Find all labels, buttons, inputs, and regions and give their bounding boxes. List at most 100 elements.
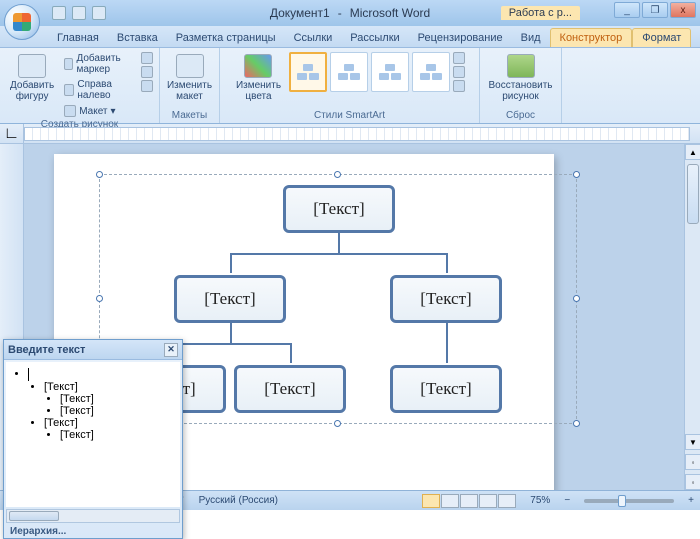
tab-design[interactable]: Конструктор	[550, 28, 633, 47]
scroll-thumb[interactable]	[9, 511, 59, 521]
resize-handle[interactable]	[96, 171, 103, 178]
change-layout-icon	[176, 54, 204, 78]
list-item[interactable]: [Текст]	[44, 417, 174, 429]
text-pane-header[interactable]: Введите текст ✕	[4, 340, 182, 360]
web-layout-view[interactable]	[460, 494, 478, 508]
document-title: Документ1	[270, 6, 330, 20]
vertical-scrollbar[interactable]: ▲ ▼ ◦ ◦	[684, 144, 700, 490]
tab-page-layout[interactable]: Разметка страницы	[167, 29, 285, 47]
scroll-thumb[interactable]	[687, 164, 699, 224]
save-icon[interactable]	[52, 6, 66, 20]
change-layout-button[interactable]: Изменить макет	[163, 52, 216, 104]
resize-handle[interactable]	[96, 295, 103, 302]
scroll-up-icon[interactable]: ▲	[685, 144, 700, 160]
maximize-button[interactable]: ❐	[642, 2, 668, 18]
connector	[230, 253, 232, 273]
zoom-thumb[interactable]	[618, 495, 626, 507]
style-gallery	[289, 52, 467, 92]
resize-handle[interactable]	[573, 420, 580, 427]
group-layouts: Изменить макет Макеты	[160, 48, 220, 123]
tab-references[interactable]: Ссылки	[285, 29, 342, 47]
rtl-icon	[64, 84, 74, 96]
style-option[interactable]	[371, 52, 409, 92]
text-pane-footer[interactable]: Иерархия...	[4, 524, 182, 539]
demote-icon[interactable]	[141, 66, 153, 78]
next-page-icon[interactable]: ◦	[685, 474, 700, 490]
text-pane-title: Введите текст	[8, 344, 85, 356]
tab-insert[interactable]: Вставка	[108, 29, 167, 47]
smartart-text-pane: Введите текст ✕ [Текст] [Текст] [Текст] …	[3, 339, 183, 539]
layout-dropdown[interactable]: Макет ▾	[62, 104, 137, 118]
redo-icon[interactable]	[92, 6, 106, 20]
change-colors-icon	[244, 54, 272, 78]
gallery-down-icon[interactable]	[453, 66, 465, 78]
resize-handle[interactable]	[573, 171, 580, 178]
bullet-icon	[64, 58, 73, 70]
change-colors-button[interactable]: Изменить цвета	[232, 52, 285, 104]
ruler-bar: ∟	[0, 124, 700, 144]
zoom-level[interactable]: 75%	[530, 495, 550, 506]
hierarchy-node[interactable]: [Текст]	[174, 275, 286, 323]
connector	[170, 343, 292, 345]
text-pane-hscroll[interactable]	[6, 509, 180, 523]
add-bullet-button[interactable]: Добавить маркер	[62, 52, 137, 76]
textpane-icon[interactable]	[141, 80, 153, 92]
group-label: Макеты	[166, 109, 213, 121]
tab-review[interactable]: Рецензирование	[409, 29, 512, 47]
hierarchy-node[interactable]: [Текст]	[234, 365, 346, 413]
draft-view[interactable]	[498, 494, 516, 508]
resize-handle[interactable]	[334, 420, 341, 427]
zoom-slider[interactable]	[584, 499, 674, 503]
tab-selector[interactable]: ∟	[0, 124, 24, 143]
resize-handle[interactable]	[334, 171, 341, 178]
ribbon-tabs: Главная Вставка Разметка страницы Ссылки…	[0, 26, 700, 48]
connector	[230, 323, 232, 343]
close-icon[interactable]: ✕	[164, 343, 178, 357]
ribbon: Добавить фигуру Добавить маркер Справа н…	[0, 48, 700, 124]
list-item[interactable]: [Текст]	[60, 405, 174, 417]
style-option[interactable]	[330, 52, 368, 92]
hierarchy-node[interactable]: [Текст]	[283, 185, 395, 233]
promote-icon[interactable]	[141, 52, 153, 64]
outline-view[interactable]	[479, 494, 497, 508]
gallery-up-icon[interactable]	[453, 52, 465, 64]
tab-format[interactable]: Формат	[632, 28, 691, 47]
tab-mailings[interactable]: Рассылки	[341, 29, 408, 47]
horizontal-ruler[interactable]	[24, 127, 690, 141]
style-option[interactable]	[289, 52, 327, 92]
connector	[446, 323, 448, 363]
connector	[230, 253, 448, 255]
list-item[interactable]: [Текст]	[60, 393, 174, 405]
list-item[interactable]: [Текст] [Текст] [Текст] [Текст] [Текст]	[28, 368, 174, 441]
print-layout-view[interactable]	[422, 494, 440, 508]
list-item[interactable]: [Текст]	[60, 429, 174, 441]
connector	[446, 253, 448, 273]
rtl-button[interactable]: Справа налево	[62, 78, 137, 102]
title-bar: Документ1 - Microsoft Word Работа с р...…	[0, 0, 700, 26]
undo-icon[interactable]	[72, 6, 86, 20]
zoom-out-button[interactable]: −	[564, 495, 570, 506]
scroll-down-icon[interactable]: ▼	[685, 434, 700, 450]
reset-graphic-button[interactable]: Восстановить рисунок	[484, 52, 556, 104]
gallery-more-icon[interactable]	[453, 80, 465, 92]
connector	[290, 343, 292, 363]
group-smartart-styles: Изменить цвета Стили SmartArt	[220, 48, 480, 123]
zoom-in-button[interactable]: +	[688, 495, 694, 506]
group-label: Сброс	[486, 109, 555, 121]
list-item[interactable]: [Текст]	[44, 381, 174, 393]
full-screen-view[interactable]	[441, 494, 459, 508]
hierarchy-node[interactable]: [Текст]	[390, 365, 502, 413]
resize-handle[interactable]	[573, 295, 580, 302]
text-pane-body[interactable]: [Текст] [Текст] [Текст] [Текст] [Текст]	[6, 362, 180, 507]
tab-home[interactable]: Главная	[48, 29, 108, 47]
office-button[interactable]	[4, 4, 40, 40]
style-option[interactable]	[412, 52, 450, 92]
language-indicator[interactable]: Русский (Россия)	[199, 495, 278, 506]
tab-view[interactable]: Вид	[512, 29, 550, 47]
close-button[interactable]: x	[670, 2, 696, 18]
add-shape-button[interactable]: Добавить фигуру	[6, 52, 58, 104]
hierarchy-node[interactable]: [Текст]	[390, 275, 502, 323]
prev-page-icon[interactable]: ◦	[685, 454, 700, 470]
contextual-tab-label: Работа с р...	[501, 6, 580, 20]
minimize-button[interactable]: _	[614, 2, 640, 18]
